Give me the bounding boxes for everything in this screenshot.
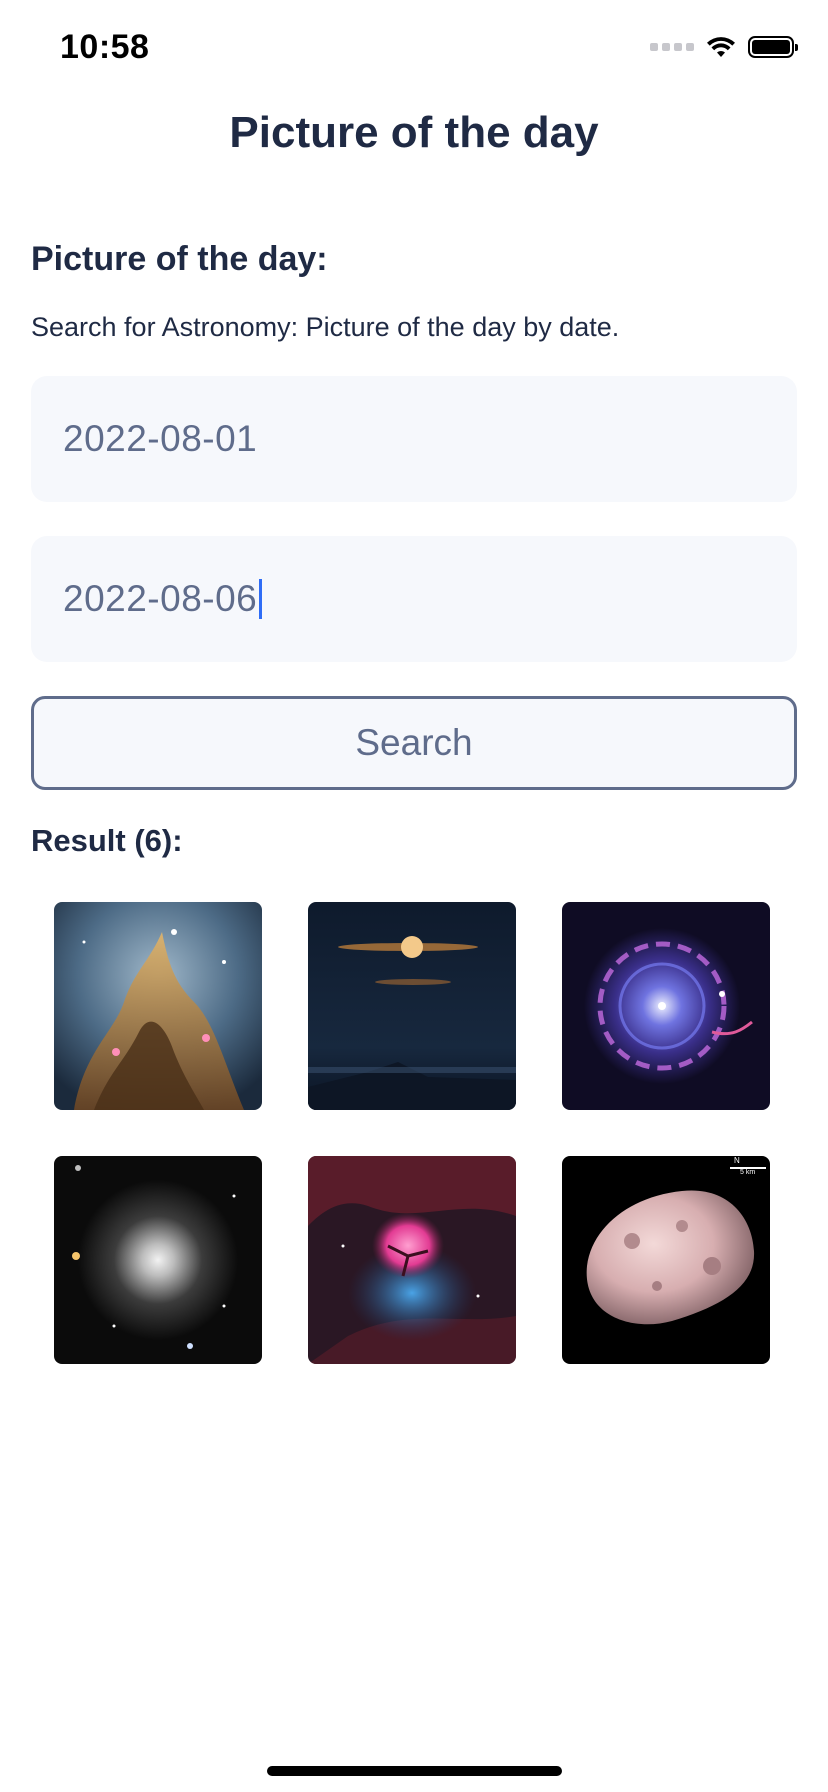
- result-thumbnail-globular-cluster[interactable]: [54, 1156, 262, 1364]
- wifi-icon: [707, 37, 735, 57]
- result-count-label: Result (6):: [31, 823, 183, 858]
- status-time: 10:58: [60, 28, 150, 66]
- home-indicator[interactable]: [267, 1766, 562, 1776]
- start-date-field[interactable]: 2022-08-01: [31, 376, 797, 502]
- section-heading: Picture of the day:: [31, 240, 328, 278]
- section-description: Search for Astronomy: Picture of the day…: [31, 312, 620, 342]
- result-thumbnail-nebula-pillars[interactable]: [54, 902, 262, 1110]
- search-button[interactable]: Search: [31, 696, 797, 790]
- result-thumbnail-trifid-nebula[interactable]: [308, 1156, 516, 1364]
- end-date-field[interactable]: 2022-08-06: [31, 536, 797, 662]
- status-bar: 10:58: [0, 0, 828, 100]
- end-date-value: 2022-08-06: [63, 578, 258, 619]
- north-label: N: [734, 1156, 740, 1165]
- start-date-value: 2022-08-01: [63, 418, 258, 459]
- result-thumbnail-moon-landscape[interactable]: [308, 902, 516, 1110]
- result-thumbnail-planetary-nebula[interactable]: [562, 902, 770, 1110]
- page-title: Picture of the day: [229, 108, 599, 157]
- scale-bar-label: 5 km: [740, 1169, 756, 1176]
- battery-icon: [748, 36, 798, 58]
- cellular-signal-icon: [650, 43, 694, 51]
- status-icons: [650, 36, 798, 58]
- text-caret: [259, 579, 263, 619]
- result-thumbnail-phobos[interactable]: N 5 km: [562, 1156, 770, 1364]
